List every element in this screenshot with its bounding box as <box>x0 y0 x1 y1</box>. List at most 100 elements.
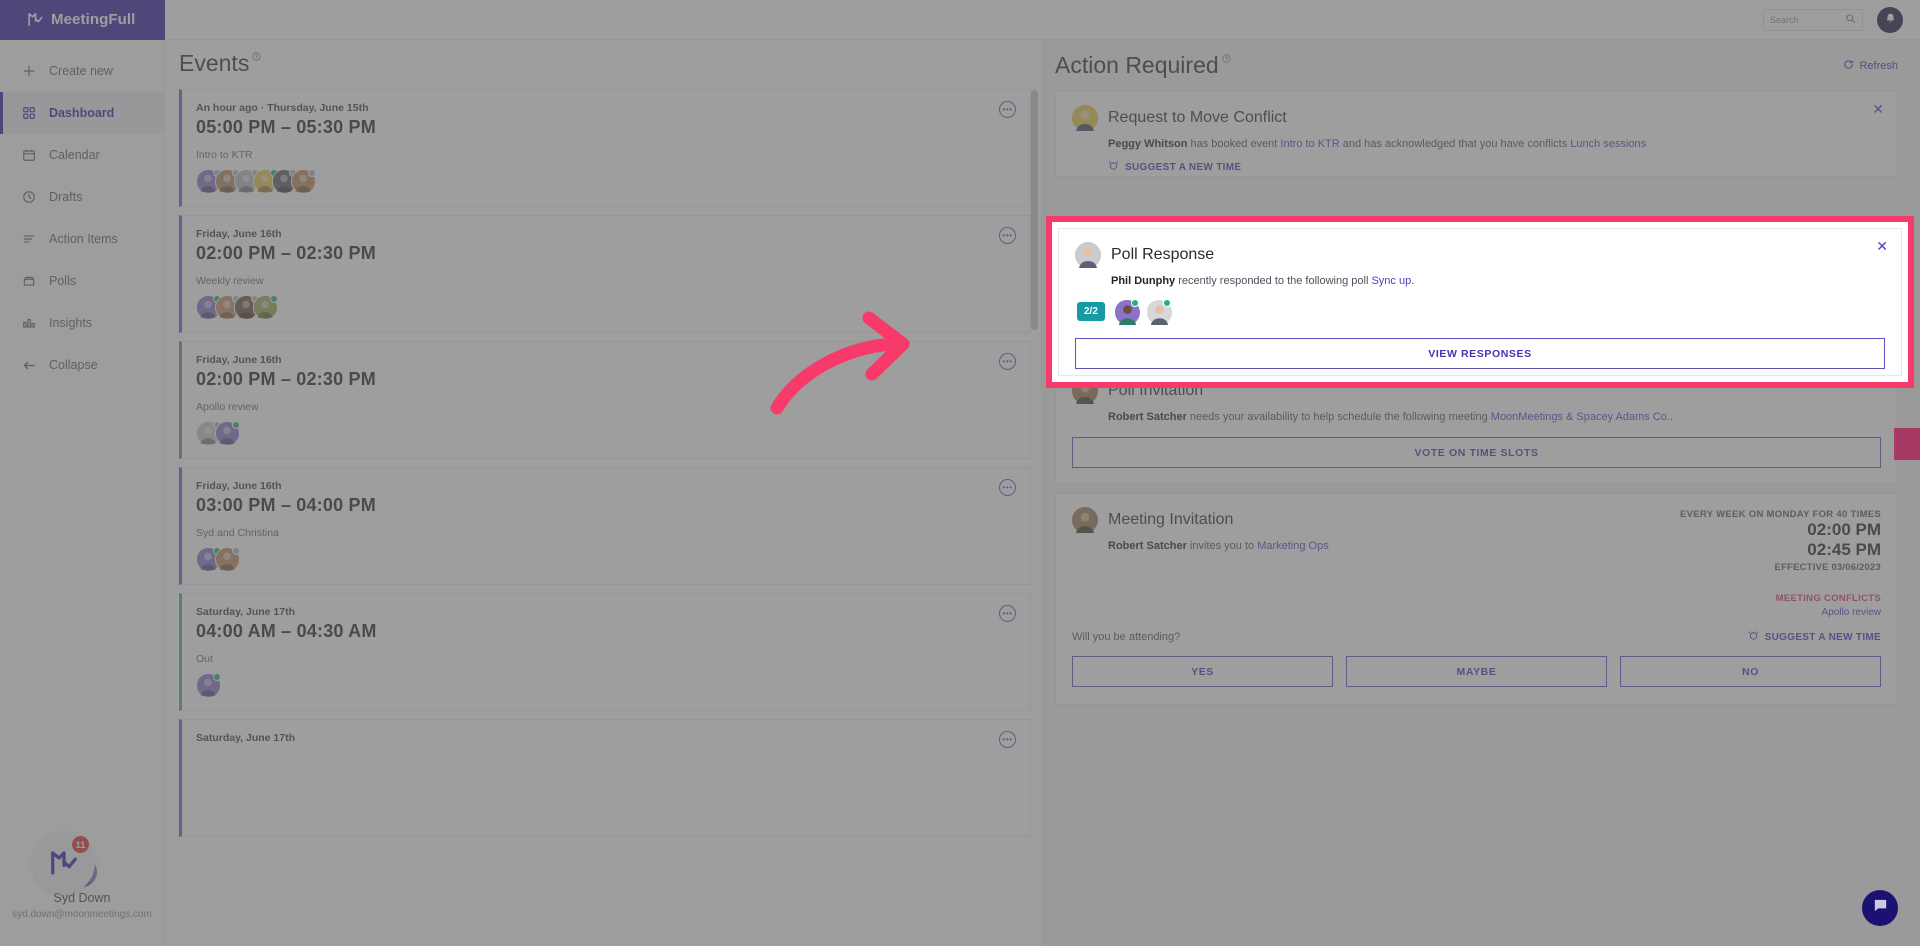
event-date: Friday, June 16th <box>196 354 282 366</box>
conflict-link[interactable]: Lunch sessions <box>1570 138 1646 150</box>
card-description: Peggy Whitson has booked event Intro to … <box>1108 138 1881 150</box>
launcher-badge-count: 11 <box>72 836 89 853</box>
event-attendees <box>196 421 1016 446</box>
event-name: Syd and Christina <box>196 527 279 539</box>
event-card[interactable]: ••• Saturday, June 17th <box>179 719 1031 837</box>
notifications-button[interactable] <box>1877 6 1903 33</box>
card-title: Request to Move Conflict <box>1108 109 1287 126</box>
more-dots-icon[interactable]: ••• <box>999 605 1016 622</box>
text-mid: invites you to <box>1186 540 1258 552</box>
effective-date: EFFECTIVE 03/06/2023 <box>1774 562 1881 574</box>
sidebar-item-polls[interactable]: Polls <box>0 260 164 302</box>
recurrence-text: EVERY WEEK ON MONDAY FOR 40 TIMES <box>1680 509 1881 520</box>
text-mid: recently responded to the following poll <box>1175 275 1372 287</box>
sidebar-nav: Create new Dashboard Calendar Drafts Act… <box>0 40 164 386</box>
suggest-new-time-button[interactable]: SUGGEST A NEW TIME <box>1748 630 1881 644</box>
bell-icon <box>1884 12 1897 28</box>
rsvp-no-button[interactable]: NO <box>1620 656 1881 688</box>
action-card-poll-response[interactable]: ✕ Poll Response Phil Dunphy recently res… <box>1058 228 1902 376</box>
event-card[interactable]: ••• An hour ago · Thursday, June 15th 05:0… <box>179 89 1031 207</box>
user-email: syd.down@moonmeetings.com <box>12 909 152 920</box>
meeting-link[interactable]: MoonMeetings & Spacey Adams Co. <box>1491 411 1670 423</box>
events-scrollbar[interactable] <box>1031 40 1038 946</box>
meeting-conflicts-label: MEETING CONFLICTS <box>1775 593 1881 605</box>
sidebar-item-insights[interactable]: Insights <box>0 302 164 344</box>
event-name: Out <box>196 653 213 665</box>
poll-link[interactable]: Sync up <box>1371 275 1411 287</box>
text-tail: and has acknowledged that you have confl… <box>1339 138 1571 150</box>
meeting-link[interactable]: Marketing Ops <box>1257 540 1329 552</box>
more-dots-icon[interactable]: ••• <box>999 227 1016 244</box>
rsvp-maybe-button[interactable]: MAYBE <box>1346 656 1607 688</box>
suggest-label: SUGGEST A NEW TIME <box>1764 631 1881 643</box>
help-icon[interactable] <box>252 52 261 64</box>
event-card[interactable]: ••• Friday, June 16th 03:00 PM – 04:00 PM S… <box>179 467 1031 585</box>
refresh-button[interactable]: Refresh <box>1843 59 1898 73</box>
top-bar: MeetingFull <box>0 0 1920 40</box>
sidebar-item-dashboard[interactable]: Dashboard <box>0 92 164 134</box>
edge-marker <box>1894 428 1920 460</box>
event-card[interactable]: ••• Friday, June 16th 02:00 PM – 02:30 PM A… <box>179 341 1031 459</box>
event-name: Weekly review <box>196 275 264 287</box>
close-icon[interactable]: ✕ <box>1872 101 1884 118</box>
sidebar-item-action-items[interactable]: Action Items <box>0 218 164 260</box>
avatar <box>1072 507 1098 533</box>
calendar-icon <box>21 147 37 163</box>
sidebar: Create new Dashboard Calendar Drafts Act… <box>0 40 165 946</box>
panel-title: Action Required <box>1055 52 1219 78</box>
event-time: 02:00 PM – 02:30 PM <box>196 243 376 263</box>
view-responses-button[interactable]: VIEW RESPONSES <box>1075 338 1885 369</box>
highlight-border: ✕ Poll Response Phil Dunphy recently res… <box>1046 216 1914 388</box>
attendee-avatar <box>291 169 316 194</box>
brand-logo[interactable]: MeetingFull <box>0 0 165 40</box>
event-link[interactable]: Intro to KTR <box>1280 138 1339 150</box>
card-description: Robert Satcher needs your availability t… <box>1108 411 1881 423</box>
conflict-item[interactable]: Apollo review <box>1680 607 1881 618</box>
more-dots-icon[interactable]: ••• <box>999 731 1016 748</box>
bar-chart-icon <box>21 315 37 331</box>
search-input[interactable] <box>1770 14 1841 25</box>
status-dot-online <box>1162 299 1171 307</box>
event-time: 02:00 PM – 02:30 PM <box>196 369 376 389</box>
close-icon[interactable]: ✕ <box>1876 238 1888 255</box>
card-description: Robert Satcher invites you to Marketing … <box>1108 540 1680 552</box>
event-date: Saturday, June 17th <box>196 606 296 618</box>
poll-icon <box>21 273 37 289</box>
refresh-label: Refresh <box>1859 59 1898 72</box>
status-dot-online <box>232 421 240 429</box>
sidebar-item-drafts[interactable]: Drafts <box>0 176 164 218</box>
card-description: Phil Dunphy recently responded to the fo… <box>1111 275 1885 287</box>
sidebar-item-create-new[interactable]: Create new <box>0 50 164 92</box>
more-dots-icon[interactable]: ••• <box>999 101 1016 118</box>
event-attendees <box>196 547 1016 572</box>
status-dot-online <box>213 673 221 681</box>
event-card[interactable]: ••• Saturday, June 17th 04:00 AM – 04:30 A… <box>179 593 1031 711</box>
grid-icon <box>21 105 37 121</box>
messenger-launcher[interactable]: 11 <box>33 832 95 894</box>
sidebar-item-collapse[interactable]: Collapse <box>0 344 164 386</box>
action-card-meeting-invitation: Meeting Invitation Robert Satcher invite… <box>1055 493 1898 706</box>
search-box[interactable] <box>1763 8 1863 31</box>
rsvp-yes-button[interactable]: YES <box>1072 656 1333 688</box>
response-count-badge: 2/2 <box>1077 302 1105 321</box>
alarm-clock-icon <box>1108 160 1119 174</box>
more-dots-icon[interactable]: ••• <box>999 479 1016 496</box>
rsvp-buttons: YES MAYBE NO <box>1072 656 1881 688</box>
search-icon <box>1845 11 1856 29</box>
event-card[interactable]: ••• Friday, June 16th 02:00 PM – 02:30 PM W… <box>179 215 1031 333</box>
chat-launcher-button[interactable] <box>1862 890 1898 926</box>
event-attendees <box>196 673 1016 698</box>
alarm-clock-icon <box>1748 630 1759 644</box>
event-name: Intro to KTR <box>196 149 253 161</box>
sidebar-item-label: Polls <box>49 274 77 288</box>
suggest-new-time-button[interactable]: SUGGEST A NEW TIME <box>1108 160 1881 174</box>
help-icon[interactable] <box>1222 54 1231 66</box>
more-dots-icon[interactable]: ••• <box>999 353 1016 370</box>
sidebar-item-calendar[interactable]: Calendar <box>0 134 164 176</box>
event-time: 05:00 PM – 05:30 PM <box>196 117 376 137</box>
topbar-actions <box>1763 6 1920 33</box>
action-card-move-conflict: ✕ Request to Move Conflict Peggy Whitson… <box>1055 91 1898 177</box>
responder-avatar <box>1113 299 1140 325</box>
vote-on-time-slots-button[interactable]: VOTE ON TIME SLOTS <box>1072 437 1881 468</box>
action-required-panel: Action Required Refresh ✕ Request to Mov… <box>1041 40 1920 946</box>
